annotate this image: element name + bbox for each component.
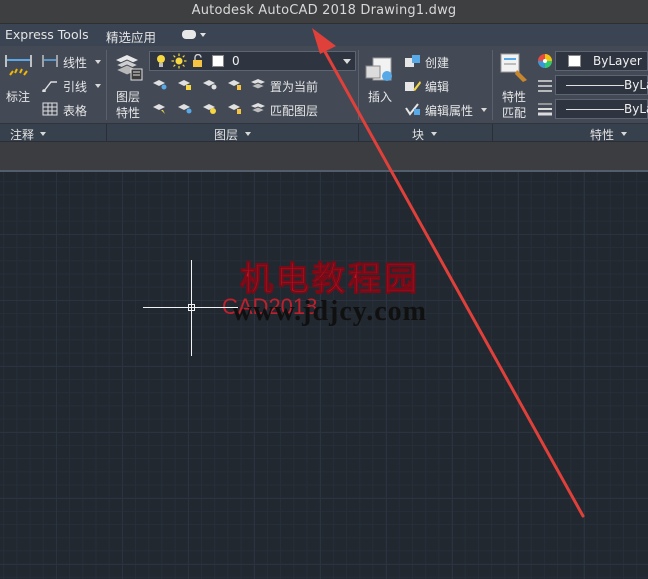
linear-dimension-label[interactable]: 线性: [63, 54, 87, 71]
file-tab-strip: [0, 142, 648, 172]
current-layer-name: 0: [232, 54, 240, 68]
sun-icon[interactable]: [171, 53, 187, 69]
linetype-preview: [566, 85, 624, 86]
panel-divider: [358, 124, 359, 142]
layer-dropdown[interactable]: 0: [149, 51, 356, 71]
panel-title-bar: 注释 图层 块 特性: [0, 124, 648, 142]
panel-divider: [106, 50, 107, 120]
match-layer-icon[interactable]: [249, 101, 267, 115]
layer-properties-label[interactable]: 特性: [116, 104, 140, 121]
properties-panel-title[interactable]: 特性: [590, 126, 614, 143]
dimension-icon[interactable]: [4, 53, 34, 85]
color-dropdown[interactable]: ByLayer: [555, 51, 648, 71]
linetype-dropdown[interactable]: ByLa: [555, 75, 648, 95]
block-panel-title[interactable]: 块: [412, 126, 424, 143]
color-value: ByLayer: [593, 54, 642, 68]
layers-panel-title[interactable]: 图层: [214, 126, 238, 143]
lightbulb-icon[interactable]: [155, 54, 167, 69]
set-current-icon[interactable]: [249, 77, 267, 91]
annotate-panel-title[interactable]: 注释: [10, 126, 34, 143]
create-label[interactable]: 创建: [425, 54, 449, 71]
drawing-canvas[interactable]: [0, 172, 648, 579]
edit-attributes-label[interactable]: 编辑属性: [425, 102, 473, 119]
dimension-label[interactable]: 标注: [6, 88, 30, 105]
color-wheel-icon[interactable]: [537, 53, 553, 69]
color-swatch: [568, 55, 581, 67]
window-title: Autodesk AutoCAD 2018 Drawing1.dwg: [191, 3, 457, 18]
lineweight-value: ByLa: [624, 102, 648, 116]
title-bar: Autodesk AutoCAD 2018 Drawing1.dwg: [0, 0, 648, 24]
lineweight-preview: [566, 109, 624, 110]
leader-label[interactable]: 引线: [63, 78, 87, 95]
ribbon-tab-bar: Express Tools 精选应用: [0, 24, 648, 46]
leader-icon[interactable]: [41, 78, 59, 92]
insert-block-icon[interactable]: [364, 52, 398, 86]
create-block-icon[interactable]: [404, 54, 422, 69]
edit-attributes-icon[interactable]: [404, 102, 422, 117]
match-properties-label[interactable]: 匹配: [502, 104, 526, 121]
chevron-down-icon[interactable]: [481, 108, 487, 112]
layer-color-swatch[interactable]: [212, 55, 224, 67]
chevron-down-icon[interactable]: [95, 60, 101, 64]
match-layer-label[interactable]: 匹配图层: [270, 102, 318, 119]
ribbon-minimize-toggle[interactable]: [182, 29, 210, 41]
set-current-label[interactable]: 置为当前: [270, 78, 318, 95]
chevron-down-icon[interactable]: [343, 59, 351, 64]
lineweight-dropdown[interactable]: ByLa: [555, 99, 648, 119]
minimize-pill-icon: [182, 30, 196, 39]
linetype-value: ByLa: [624, 78, 648, 92]
watermark-url: www.jdjcy.com: [232, 296, 427, 327]
linetype-icon[interactable]: [537, 78, 553, 94]
insert-label[interactable]: 插入: [368, 88, 392, 105]
panel-divider: [492, 124, 493, 142]
lineweight-icon[interactable]: [537, 101, 553, 117]
layer-properties-icon[interactable]: [113, 52, 145, 82]
panel-divider: [492, 50, 493, 120]
layer-properties-label[interactable]: 图层: [116, 88, 140, 105]
edit-label[interactable]: 编辑: [425, 78, 449, 95]
table-icon[interactable]: [42, 102, 58, 116]
panel-divider: [106, 124, 107, 142]
tab-express-tools[interactable]: Express Tools: [5, 27, 89, 42]
panel-divider: [358, 50, 359, 120]
chevron-down-icon[interactable]: [621, 132, 627, 136]
unlock-icon[interactable]: [192, 54, 204, 68]
linear-dimension-icon[interactable]: [41, 54, 59, 68]
tab-featured-apps[interactable]: 精选应用: [106, 27, 156, 46]
match-properties-icon[interactable]: [499, 52, 531, 86]
chevron-down-icon: [200, 33, 206, 37]
chevron-down-icon[interactable]: [95, 84, 101, 88]
match-properties-label[interactable]: 特性: [502, 88, 526, 105]
table-label[interactable]: 表格: [63, 102, 87, 119]
chevron-down-icon[interactable]: [245, 132, 251, 136]
chevron-down-icon[interactable]: [40, 132, 46, 136]
chevron-down-icon[interactable]: [431, 132, 437, 136]
watermark-chinese: 机电教程园: [240, 259, 420, 299]
edit-block-icon[interactable]: [404, 78, 422, 93]
